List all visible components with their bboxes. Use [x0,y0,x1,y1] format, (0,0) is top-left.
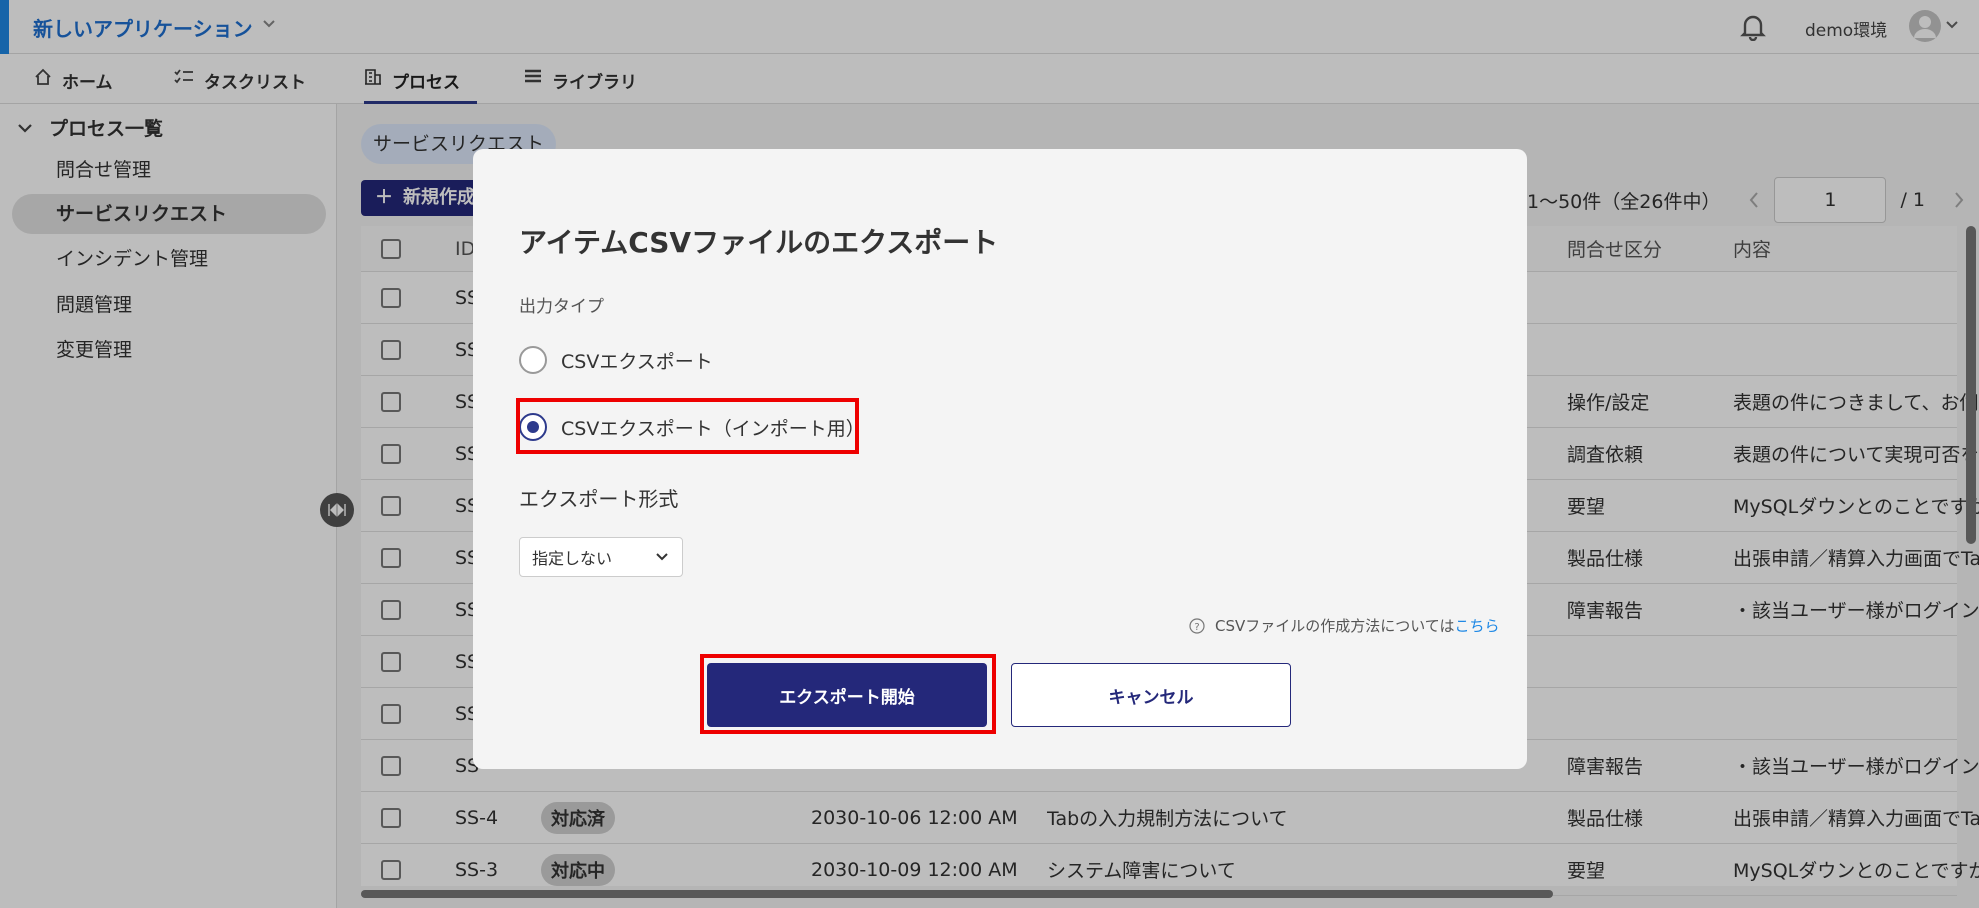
export-format-select[interactable]: 指定しない [519,537,683,577]
radio-label: CSVエクスポート [561,350,713,373]
export-format-label: エクスポート形式 [519,487,679,511]
dialog-title: アイテムCSVファイルのエクスポート [519,226,999,259]
cancel-button[interactable]: キャンセル [1011,663,1291,727]
start-export-button[interactable]: エクスポート開始 [707,663,987,727]
svg-text:?: ? [1194,622,1199,633]
select-value: 指定しない [532,549,613,568]
help-icon: ? [1189,617,1205,634]
radio-csv-export[interactable]: CSVエクスポート [519,346,713,374]
help-text: ? CSVファイルの作成方法についてはこちら [1189,615,1500,636]
output-type-label: 出力タイプ [519,297,604,317]
chevron-down-icon [656,553,668,561]
help-label: CSVファイルの作成方法については [1215,617,1455,635]
highlight-box [516,398,859,454]
help-link[interactable]: こちら [1455,617,1500,635]
radio-circle [519,346,547,374]
export-dialog: アイテムCSVファイルのエクスポート 出力タイプ CSVエクスポート CSVエク… [473,149,1527,769]
